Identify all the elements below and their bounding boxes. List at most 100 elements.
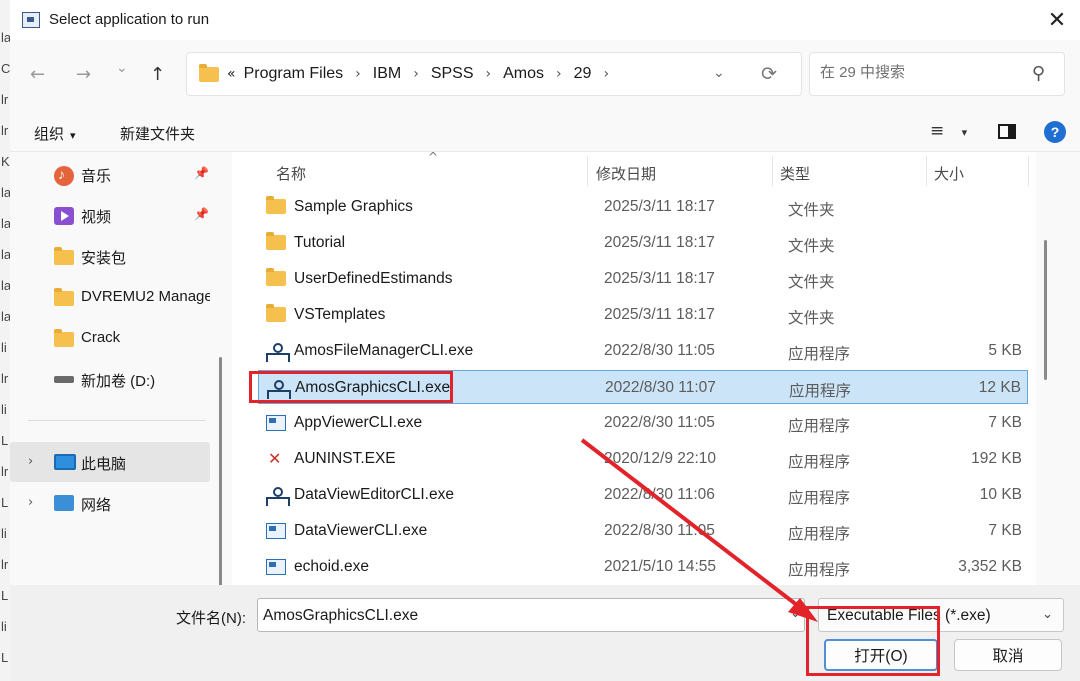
file-modified: 2022/8/30 11:05 — [604, 342, 715, 359]
file-row[interactable]: AmosFileManagerCLI.exe 2022/8/30 11:05 应用程… — [258, 334, 1028, 368]
file-modified: 2025/3/11 18:17 — [604, 198, 715, 215]
sidebar-item-drive-d[interactable]: 新加卷 (D:) — [10, 359, 210, 399]
organize-label: 组织 — [34, 126, 65, 143]
chevron-down-icon[interactable]: ⌄ — [790, 606, 801, 621]
sidebar-item-dvremu2[interactable]: DVREMU2 Manager — [10, 277, 210, 317]
search-box[interactable]: ⚲ — [809, 52, 1065, 96]
sidebar-item-crack[interactable]: Crack — [10, 318, 210, 358]
filename-field[interactable]: AmosGraphicsCLI.exe — [257, 598, 805, 632]
background-text: li — [1, 526, 7, 541]
file-row[interactable]: Tutorial 2025/3/11 18:17 文件夹 — [258, 226, 1028, 260]
command-bar: 组织 ▾ 新建文件夹 ≡ ▾ ? — [10, 112, 1080, 152]
new-folder-button[interactable]: 新建文件夹 — [120, 123, 195, 144]
file-row[interactable]: AUNINST.EXE 2020/12/9 22:10 应用程序 192 KB — [258, 442, 1028, 476]
breadcrumb: « Program Files › IBM › SPSS › Amos › 29… — [227, 65, 621, 83]
column-modified[interactable]: 修改日期 — [596, 163, 656, 184]
view-options-button[interactable]: ≡ ▾ — [930, 121, 967, 141]
background-text: K — [1, 154, 10, 169]
address-bar[interactable]: « Program Files › IBM › SPSS › Amos › 29… — [186, 52, 802, 96]
expand-chevron-icon[interactable]: › — [28, 495, 33, 510]
folder-icon — [54, 288, 74, 306]
column-divider[interactable] — [587, 156, 588, 186]
file-size: 192 KB — [971, 450, 1022, 467]
sidebar-item-label: 安装包 — [81, 250, 127, 267]
file-name: AmosGraphicsCLI.exe — [295, 379, 451, 396]
tree-icon — [267, 380, 291, 399]
sidebar-item-label: 视频 — [81, 209, 112, 226]
file-row[interactable]: VSTemplates 2025/3/11 18:17 文件夹 — [258, 298, 1028, 332]
cancel-button[interactable]: 取消 — [954, 639, 1062, 671]
file-name: DataViewEditorCLI.exe — [294, 486, 454, 503]
close-button[interactable]: ✕ — [1034, 0, 1080, 40]
file-name: AmosFileManagerCLI.exe — [294, 342, 474, 359]
breadcrumb-spss[interactable]: SPSS — [431, 65, 474, 83]
breadcrumb-amos[interactable]: Amos — [503, 65, 544, 83]
search-input[interactable] — [820, 64, 1020, 81]
window-icon — [22, 12, 40, 28]
file-row[interactable]: AppViewerCLI.exe 2022/8/30 11:05 应用程序 7 KB — [258, 406, 1028, 440]
address-dropdown-icon[interactable]: ⌄ — [713, 65, 725, 81]
file-modified: 2020/12/9 22:10 — [604, 450, 717, 467]
file-modified: 2022/8/30 11:06 — [604, 486, 715, 503]
tree-icon — [266, 343, 290, 362]
sidebar-item-label: Crack — [81, 329, 121, 346]
file-size: 7 KB — [988, 414, 1022, 431]
breadcrumb-ibm[interactable]: IBM — [373, 65, 401, 83]
breadcrumb-overflow[interactable]: « — [227, 66, 236, 82]
folder-icon — [266, 196, 286, 214]
file-size: 3,352 KB — [958, 558, 1022, 575]
breadcrumb-separator[interactable]: › — [603, 66, 609, 82]
back-arrow-icon[interactable]: ← — [30, 64, 45, 85]
sidebar-item-label: DVREMU2 Manager — [81, 288, 210, 305]
breadcrumb-program-files[interactable]: Program Files — [244, 65, 344, 83]
forward-arrow-icon[interactable]: → — [76, 64, 91, 85]
drive-icon — [54, 376, 74, 383]
breadcrumb-29[interactable]: 29 — [574, 65, 592, 83]
sidebar-item-label: 音乐 — [81, 168, 112, 185]
breadcrumb-separator[interactable]: › — [556, 66, 562, 82]
up-arrow-icon[interactable]: ↑ — [150, 64, 165, 85]
column-divider[interactable] — [772, 156, 773, 186]
breadcrumb-separator[interactable]: › — [486, 66, 492, 82]
file-row[interactable]: UserDefinedEstimands 2025/3/11 18:17 文件夹 — [258, 262, 1028, 296]
sidebar-item-installers[interactable]: 安装包 — [10, 236, 210, 276]
folder-icon — [54, 247, 74, 265]
file-row[interactable]: AmosGraphicsCLI.exe 2022/8/30 11:07 应用程序 12… — [258, 370, 1028, 404]
organize-menu[interactable]: 组织 ▾ — [34, 123, 76, 144]
file-row[interactable]: DataViewerCLI.exe 2022/8/30 11:05 应用程序 7 KB — [258, 514, 1028, 548]
preview-pane-icon[interactable] — [998, 124, 1016, 139]
file-size: 10 KB — [979, 486, 1022, 503]
expand-chevron-icon[interactable]: › — [28, 454, 33, 469]
background-text: lr — [1, 464, 9, 479]
recent-locations-chevron-icon[interactable]: ⌄ — [116, 60, 128, 76]
window-title: Select application to run — [49, 11, 210, 28]
file-list-scrollbar[interactable] — [1044, 240, 1047, 380]
search-icon[interactable]: ⚲ — [1032, 63, 1045, 84]
folder-icon — [54, 329, 74, 347]
file-type: 文件夹 — [788, 274, 835, 291]
column-header: ^ 名称 修改日期 类型 大小 — [232, 150, 1036, 190]
sidebar-item-label: 此电脑 — [81, 456, 127, 473]
breadcrumb-separator[interactable]: › — [413, 66, 419, 82]
column-type[interactable]: 类型 — [780, 163, 810, 184]
file-modified: 2022/8/30 11:05 — [604, 522, 715, 539]
sidebar-item-videos[interactable]: 视频 📌 — [10, 195, 210, 235]
file-row[interactable]: DataViewEditorCLI.exe 2022/8/30 11:06 应用程序… — [258, 478, 1028, 512]
column-size[interactable]: 大小 — [934, 163, 964, 184]
file-name: UserDefinedEstimands — [294, 270, 453, 287]
breadcrumb-separator[interactable]: › — [355, 66, 361, 82]
folder-icon — [266, 232, 286, 250]
caret-down-icon: ▾ — [70, 129, 76, 142]
file-type: 应用程序 — [788, 562, 851, 579]
column-divider[interactable] — [1028, 156, 1029, 186]
sidebar-item-music[interactable]: 音乐 📌 — [10, 154, 210, 194]
address-row: ← → ⌄ ↑ « Program Files › IBM › SPSS › A… — [10, 40, 1080, 112]
file-row[interactable]: echoid.exe 2021/5/10 14:55 应用程序 3,352 KB — [258, 550, 1028, 584]
column-name[interactable]: 名称 — [276, 163, 306, 184]
column-divider[interactable] — [926, 156, 927, 186]
sidebar-item-network[interactable]: › 网络 — [10, 483, 210, 523]
help-icon[interactable]: ? — [1044, 121, 1066, 143]
refresh-icon[interactable]: ⟳ — [761, 63, 777, 85]
file-row[interactable]: Sample Graphics 2025/3/11 18:17 文件夹 — [258, 190, 1028, 224]
sidebar-item-this-pc[interactable]: › 此电脑 — [10, 442, 210, 482]
